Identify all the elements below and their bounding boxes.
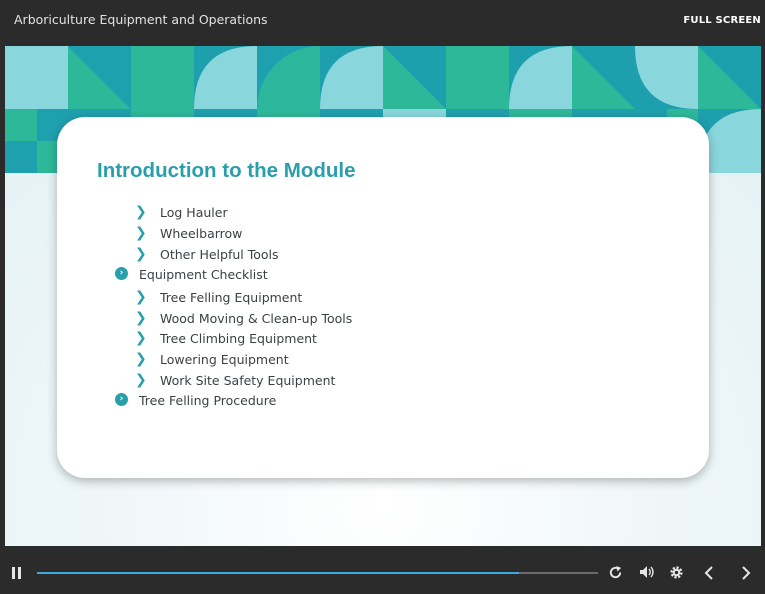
chevron-right-icon: ❯ xyxy=(135,351,147,367)
list-item: ❯ Lowering Equipment xyxy=(135,351,289,367)
top-bar: Arboriculture Equipment and Operations F… xyxy=(0,0,765,46)
player-controls xyxy=(0,548,765,594)
previous-slide-icon[interactable] xyxy=(704,566,714,580)
chevron-right-icon: ❯ xyxy=(135,204,147,220)
slide-stage: Introduction to the Module ❯ Log Hauler … xyxy=(5,46,761,546)
list-item: ❯ Other Helpful Tools xyxy=(135,246,279,262)
list-item: ❯ Wheelbarrow xyxy=(135,225,243,241)
replay-icon[interactable] xyxy=(608,565,623,580)
progress-fill xyxy=(37,572,520,574)
list-item: ❯ Tree Felling Equipment xyxy=(135,289,303,305)
list-item: ❯ Work Site Safety Equipment xyxy=(135,372,336,388)
progress-bar[interactable] xyxy=(37,572,598,574)
chevron-right-icon: ❯ xyxy=(135,330,147,346)
next-slide-icon[interactable] xyxy=(741,566,751,580)
chevron-right-icon: ❯ xyxy=(135,310,147,326)
list-item: ❯ Wood Moving & Clean-up Tools xyxy=(135,310,353,326)
list-item: ❯ Log Hauler xyxy=(135,204,228,220)
chevron-right-icon: ❯ xyxy=(135,372,147,388)
chevron-right-icon: ❯ xyxy=(135,246,147,262)
course-title: Arboriculture Equipment and Operations xyxy=(14,12,268,27)
content-card: Introduction to the Module ❯ Log Hauler … xyxy=(57,117,709,478)
list-item: ❯ Tree Climbing Equipment xyxy=(135,330,317,346)
fullscreen-button[interactable]: FULL SCREEN xyxy=(683,15,761,26)
pause-icon[interactable] xyxy=(12,567,22,579)
chevron-right-icon: ❯ xyxy=(135,289,147,305)
volume-icon[interactable] xyxy=(639,565,655,579)
slide-title: Introduction to the Module xyxy=(97,159,356,182)
list-item: › Tree Felling Procedure xyxy=(115,393,276,408)
chevron-right-icon: ❯ xyxy=(135,225,147,241)
circle-chevron-icon: › xyxy=(115,393,128,406)
circle-chevron-icon: › xyxy=(115,267,128,280)
settings-gear-icon[interactable] xyxy=(669,565,684,580)
list-item: › Equipment Checklist xyxy=(115,267,268,282)
